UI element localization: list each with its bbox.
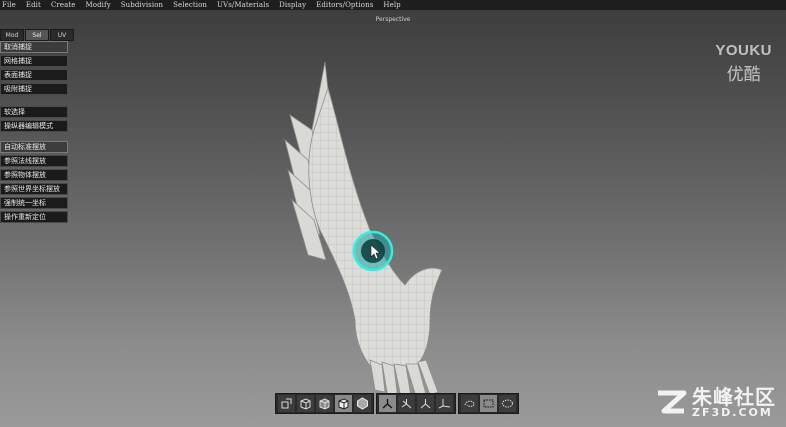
- world-coord-place-button[interactable]: 参照世界坐标摆放: [0, 183, 68, 195]
- mode-tabs: Mod Sel UV: [0, 29, 75, 41]
- menu-item-edit[interactable]: Edit: [26, 1, 41, 9]
- zf3d-name-en: ZF3D.COM: [692, 406, 773, 419]
- menu-item-modify[interactable]: Modify: [86, 1, 111, 9]
- snap-panel: 取消捕捉 网格捕捉 表面捕捉 吸附捕捉: [0, 41, 68, 97]
- attach-snap-button[interactable]: 吸附捕捉: [0, 83, 68, 95]
- menu-item-editors-options[interactable]: Editors/Options: [316, 1, 373, 9]
- zf3d-logo-icon: [658, 390, 687, 414]
- rect-select-icon[interactable]: [480, 394, 497, 412]
- paint-select-icon[interactable]: [499, 394, 516, 412]
- lasso-select-icon[interactable]: [461, 394, 478, 412]
- tab-uv[interactable]: UV: [50, 29, 74, 41]
- scale-tool-icon[interactable]: [278, 394, 295, 412]
- axes-persp-icon[interactable]: [436, 394, 453, 412]
- zf3d-watermark: 朱峰社区 ZF3D.COM: [654, 387, 776, 419]
- soft-select-button[interactable]: 软选择: [0, 106, 68, 118]
- surface-snap-button[interactable]: 表面捕捉: [0, 69, 68, 81]
- youku-logo-cn: 优酷: [726, 65, 761, 85]
- manipulator-edit-button[interactable]: 操纵器编辑模式: [0, 120, 68, 132]
- menu-item-subdivision[interactable]: Subdivision: [121, 1, 163, 9]
- viewport-title: Perspective: [375, 16, 411, 23]
- box-half-icon[interactable]: [316, 394, 333, 412]
- menu-item-display[interactable]: Display: [279, 1, 306, 9]
- menu-item-selection[interactable]: Selection: [173, 1, 207, 9]
- select-mode-group: [458, 392, 519, 414]
- axes-top-icon[interactable]: [417, 394, 434, 412]
- tab-mod[interactable]: Mod: [0, 29, 24, 41]
- menu-item-file[interactable]: File: [2, 1, 16, 9]
- auto-standard-place-button[interactable]: 自动标准摆放: [0, 141, 68, 153]
- select-panel: 软选择 操纵器编辑模式: [0, 106, 68, 134]
- menu-item-help[interactable]: Help: [383, 1, 400, 9]
- object-place-button[interactable]: 参照物体摆放: [0, 169, 68, 181]
- menu-item-uvs-materials[interactable]: UVs/Materials: [217, 1, 269, 9]
- normal-place-button[interactable]: 参照法线摆放: [0, 155, 68, 167]
- zf3d-name-cn: 朱峰社区: [692, 385, 776, 409]
- force-unify-coord-button[interactable]: 强制统一坐标: [0, 197, 68, 209]
- cancel-snap-button[interactable]: 取消捕捉: [0, 41, 68, 53]
- axes-front-icon[interactable]: [379, 394, 396, 412]
- axes-side-icon[interactable]: [398, 394, 415, 412]
- youku-logo-text: YOUKU: [715, 42, 772, 59]
- youku-watermark: YOUKU 优酷: [715, 42, 772, 85]
- menu-bar: File Edit Create Modify Subdivision Selection…: [0, 0, 786, 10]
- box-wire-icon[interactable]: [297, 394, 314, 412]
- tab-sel[interactable]: Sel: [25, 29, 49, 41]
- display-mode-group: [275, 392, 374, 414]
- bottom-toolbar: [275, 392, 521, 414]
- menu-item-create[interactable]: Create: [51, 1, 76, 9]
- hexagon-icon[interactable]: [354, 394, 371, 412]
- perspective-viewport[interactable]: Perspective Mod Sel UV 取消捕捉 网格捕捉 表面捕捉 吸附…: [0, 10, 786, 427]
- box-solid-icon[interactable]: [335, 394, 352, 412]
- reposition-button[interactable]: 操作重新定位: [0, 211, 68, 223]
- placement-panel: 自动标准摆放 参照法线摆放 参照物体摆放 参照世界坐标摆放 强制统一坐标 操作重…: [0, 141, 68, 225]
- cursor-brush-indicator: [352, 230, 394, 272]
- grid-snap-button[interactable]: 网格捕捉: [0, 55, 68, 67]
- view-axes-group: [376, 392, 456, 414]
